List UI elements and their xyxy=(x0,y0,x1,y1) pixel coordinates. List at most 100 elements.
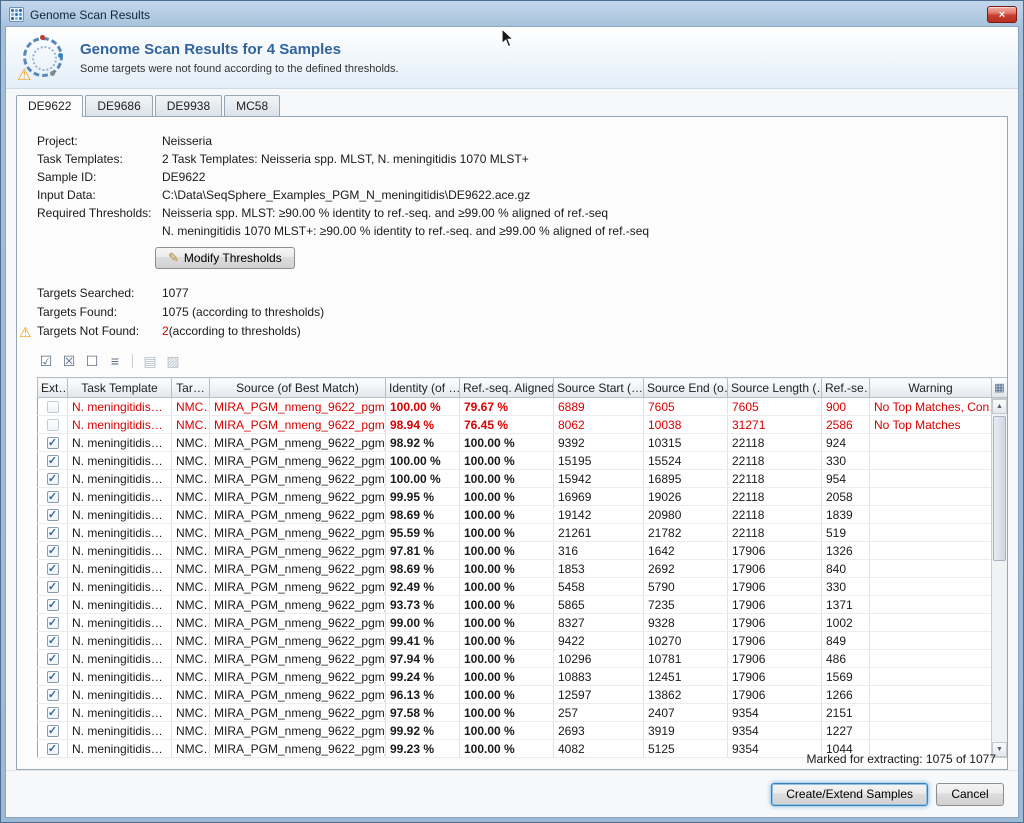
column-chooser-button[interactable]: ▦ xyxy=(991,377,1008,398)
table-row[interactable]: N. meningitidis…NMC…MIRA_PGM_nmeng_9622_… xyxy=(38,632,992,650)
table-row[interactable]: N. meningitidis…NMC…MIRA_PGM_nmeng_9622_… xyxy=(38,596,992,614)
row-checkbox[interactable] xyxy=(47,599,59,611)
cell-identity: 98.94 % xyxy=(386,416,460,434)
cell-identity: 95.59 % xyxy=(386,524,460,542)
row-checkbox[interactable] xyxy=(47,419,59,431)
column-header[interactable]: Source End (o… xyxy=(644,378,728,398)
tab-de9686[interactable]: DE9686 xyxy=(85,95,152,116)
table-row[interactable]: N. meningitidis…NMC…MIRA_PGM_nmeng_9622_… xyxy=(38,488,992,506)
table-row[interactable]: N. meningitidis…NMC…MIRA_PGM_nmeng_9622_… xyxy=(38,668,992,686)
column-header[interactable]: Identity (of … xyxy=(386,378,460,398)
export-image-icon[interactable]: ▨ xyxy=(164,352,182,370)
column-header[interactable]: Tar… xyxy=(172,378,210,398)
table-row[interactable]: N. meningitidis…NMC…MIRA_PGM_nmeng_9622_… xyxy=(38,614,992,632)
row-checkbox[interactable] xyxy=(47,707,59,719)
cell-identity: 100.00 % xyxy=(386,470,460,488)
row-checkbox[interactable] xyxy=(47,617,59,629)
cell-source: MIRA_PGM_nmeng_9622_pgm_m… xyxy=(210,578,386,596)
cell-identity: 99.24 % xyxy=(386,668,460,686)
info-row-task-templates: Task Templates: 2 Task Templates: Neisse… xyxy=(37,150,1007,168)
table-row[interactable]: N. meningitidis…NMC…MIRA_PGM_nmeng_9622_… xyxy=(38,578,992,596)
cell-aligned: 100.00 % xyxy=(460,722,554,740)
row-checkbox[interactable] xyxy=(47,635,59,647)
table-row[interactable]: N. meningitidis…NMC…MIRA_PGM_nmeng_9622_… xyxy=(38,650,992,668)
tab-de9622[interactable]: DE9622 xyxy=(16,95,83,117)
table-row[interactable]: N. meningitidis…NMC…MIRA_PGM_nmeng_9622_… xyxy=(38,722,992,740)
create-extend-samples-button[interactable]: Create/Extend Samples xyxy=(771,783,928,806)
row-checkbox[interactable] xyxy=(47,689,59,701)
cell-target: NMC… xyxy=(172,722,210,740)
column-header[interactable]: Source Start (… xyxy=(554,378,644,398)
row-checkbox[interactable] xyxy=(47,455,59,467)
table-row[interactable]: N. meningitidis…NMC…MIRA_PGM_nmeng_9622_… xyxy=(38,452,992,470)
row-checkbox[interactable] xyxy=(47,527,59,539)
table-row[interactable]: N. meningitidis…NMC…MIRA_PGM_nmeng_9622_… xyxy=(38,506,992,524)
table-row[interactable]: N. meningitidis…NMC…MIRA_PGM_nmeng_9622_… xyxy=(38,470,992,488)
row-checkbox[interactable] xyxy=(47,563,59,575)
cell-refseq: 2058 xyxy=(822,488,870,506)
tab-mc58[interactable]: MC58 xyxy=(224,95,280,116)
table-row[interactable]: N. meningitidis…NMC…MIRA_PGM_nmeng_9622_… xyxy=(38,560,992,578)
cell-target: NMC… xyxy=(172,668,210,686)
row-checkbox[interactable] xyxy=(47,545,59,557)
column-header[interactable]: Ref.-se… xyxy=(822,378,870,398)
scroll-up-icon[interactable]: ▲ xyxy=(992,399,1007,414)
cell-start: 257 xyxy=(554,704,644,722)
targets-found-row: Targets Found: 1075 (according to thresh… xyxy=(37,303,1007,322)
copy-icon[interactable]: ▤ xyxy=(141,352,159,370)
genome-scan-icon: ⚠ xyxy=(20,35,66,81)
cell-end: 1642 xyxy=(644,542,728,560)
table-row[interactable]: N. meningitidis…NMC…MIRA_PGM_nmeng_9622_… xyxy=(38,398,992,416)
column-header[interactable]: Source (of Best Match) xyxy=(210,378,386,398)
row-checkbox[interactable] xyxy=(47,491,59,503)
scroll-thumb[interactable] xyxy=(993,416,1006,561)
row-checkbox[interactable] xyxy=(47,743,59,755)
cell-warning xyxy=(870,524,992,542)
cell-end: 10038 xyxy=(644,416,728,434)
row-checkbox[interactable] xyxy=(47,473,59,485)
column-header[interactable]: Ref.-seq. Aligned… xyxy=(460,378,554,398)
column-header[interactable]: Source Length (… xyxy=(728,378,822,398)
row-checkbox[interactable] xyxy=(47,509,59,521)
tab-de9938[interactable]: DE9938 xyxy=(155,95,222,116)
table-row[interactable]: N. meningitidis…NMC…MIRA_PGM_nmeng_9622_… xyxy=(38,416,992,434)
column-header[interactable]: Ext… xyxy=(38,378,68,398)
cell-start: 21261 xyxy=(554,524,644,542)
modify-thresholds-button[interactable]: ✎ Modify Thresholds xyxy=(155,247,295,269)
table-row[interactable]: N. meningitidis…NMC…MIRA_PGM_nmeng_9622_… xyxy=(38,542,992,560)
row-checkbox[interactable] xyxy=(47,401,59,413)
cell-source: MIRA_PGM_nmeng_9622_pgm_m… xyxy=(210,686,386,704)
table-row[interactable]: N. meningitidis…NMC…MIRA_PGM_nmeng_9622_… xyxy=(38,524,992,542)
list-options-icon[interactable]: ≡ xyxy=(106,352,124,370)
table-row[interactable]: N. meningitidis…NMC…MIRA_PGM_nmeng_9622_… xyxy=(38,704,992,722)
cell-target: NMC… xyxy=(172,596,210,614)
uncheck-all-icon[interactable]: ☐ xyxy=(83,352,101,370)
cell-extract xyxy=(38,632,68,650)
row-checkbox[interactable] xyxy=(47,581,59,593)
row-checkbox[interactable] xyxy=(47,671,59,683)
cell-extract xyxy=(38,686,68,704)
table-scrollbar[interactable]: ▲ ▼ xyxy=(991,398,1008,758)
cell-length: 31271 xyxy=(728,416,822,434)
check-all-icon[interactable]: ☑ xyxy=(37,352,55,370)
row-checkbox[interactable] xyxy=(47,653,59,665)
row-checkbox[interactable] xyxy=(47,725,59,737)
row-checkbox[interactable] xyxy=(47,437,59,449)
cell-aligned: 100.00 % xyxy=(460,578,554,596)
cell-source: MIRA_PGM_nmeng_9622_pgm_m… xyxy=(210,506,386,524)
column-header[interactable]: Task Template xyxy=(68,378,172,398)
column-header[interactable]: Warning xyxy=(870,378,992,398)
check-selected-icon[interactable]: ☒ xyxy=(60,352,78,370)
cell-identity: 98.69 % xyxy=(386,506,460,524)
cell-length: 17906 xyxy=(728,578,822,596)
cell-task: N. meningitidis… xyxy=(68,488,172,506)
cell-identity: 96.13 % xyxy=(386,686,460,704)
cancel-button[interactable]: Cancel xyxy=(936,783,1004,806)
table-row[interactable]: N. meningitidis…NMC…MIRA_PGM_nmeng_9622_… xyxy=(38,686,992,704)
table-row[interactable]: N. meningitidis…NMC…MIRA_PGM_nmeng_9622_… xyxy=(38,434,992,452)
cell-start: 2693 xyxy=(554,722,644,740)
titlebar[interactable]: Genome Scan Results × xyxy=(5,1,1019,26)
cell-warning xyxy=(870,668,992,686)
close-button[interactable]: × xyxy=(987,6,1017,23)
cell-target: NMC… xyxy=(172,632,210,650)
